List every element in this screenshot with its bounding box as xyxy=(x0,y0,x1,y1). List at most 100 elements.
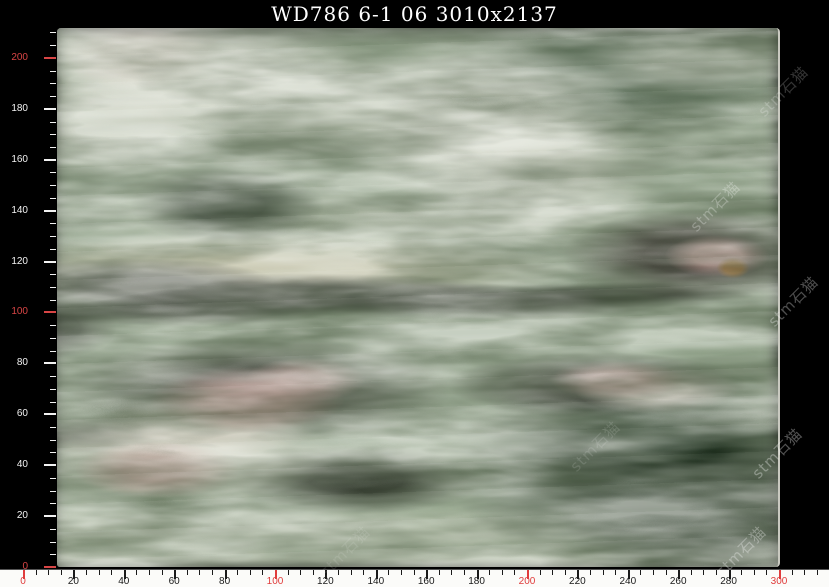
ruler-label: 160 xyxy=(2,155,28,165)
ruler-tick xyxy=(162,570,163,575)
ruler-tick xyxy=(351,570,352,575)
ruler-label: 200 xyxy=(2,53,28,63)
ruler-tick xyxy=(50,554,56,555)
ruler-label: 80 xyxy=(210,576,240,587)
slab-title: WD786 6-1 06 3010x2137 xyxy=(271,2,558,26)
ruler-tick xyxy=(817,570,818,575)
ruler-tick xyxy=(250,570,251,575)
ruler-tick xyxy=(300,570,301,575)
ruler-tick xyxy=(50,542,56,543)
ruler-tick xyxy=(766,570,767,575)
ruler-tick xyxy=(50,325,56,326)
ruler-tick xyxy=(50,249,56,250)
ruler-tick xyxy=(212,570,213,575)
ruler-tick xyxy=(99,570,100,575)
ruler-tick xyxy=(237,570,238,575)
ruler-label: 300 xyxy=(764,576,794,587)
ruler-label: 20 xyxy=(58,576,88,587)
ruler-tick xyxy=(792,570,793,575)
ruler-tick xyxy=(136,570,137,575)
ruler-tick xyxy=(50,440,56,441)
ruler-tick xyxy=(540,570,541,575)
ruler-tick xyxy=(50,198,56,199)
ruler-tick xyxy=(44,515,56,517)
ruler-tick xyxy=(50,491,56,492)
ruler-tick xyxy=(199,570,200,575)
ruler-label: 140 xyxy=(361,576,391,587)
ruler-tick xyxy=(50,351,56,352)
ruler-tick xyxy=(414,570,415,575)
ruler-label: 260 xyxy=(663,576,693,587)
ruler-label: 160 xyxy=(411,576,441,587)
ruler-label: 40 xyxy=(2,460,28,470)
ruler-bottom-cm: 0204060801001201401601802002202402602803… xyxy=(0,569,829,587)
ruler-label: 100 xyxy=(260,576,290,587)
ruler-tick xyxy=(50,172,56,173)
ruler-label: 0 xyxy=(8,576,38,587)
ruler-tick xyxy=(552,570,553,575)
ruler-tick xyxy=(50,402,56,403)
ruler-tick xyxy=(514,570,515,575)
ruler-label: 60 xyxy=(2,409,28,419)
ruler-tick xyxy=(439,570,440,575)
ruler-tick xyxy=(50,300,56,301)
ruler-tick xyxy=(590,570,591,575)
ruler-label: 180 xyxy=(462,576,492,587)
ruler-tick xyxy=(489,570,490,575)
ruler-tick xyxy=(565,570,566,575)
ruler-tick xyxy=(44,464,56,466)
ruler-tick xyxy=(44,311,56,313)
ruler-tick xyxy=(50,503,56,504)
ruler-label: 220 xyxy=(562,576,592,587)
ruler-tick xyxy=(50,71,56,72)
ruler-tick xyxy=(615,570,616,575)
ruler-tick xyxy=(338,570,339,575)
ruler-tick xyxy=(44,413,56,415)
ruler-label: 180 xyxy=(2,104,28,114)
ruler-tick xyxy=(44,362,56,364)
ruler-tick xyxy=(262,570,263,575)
ruler-tick xyxy=(363,570,364,575)
ruler-tick xyxy=(50,478,56,479)
ruler-tick xyxy=(50,96,56,97)
ruler-label: 140 xyxy=(2,206,28,216)
ruler-tick xyxy=(388,570,389,575)
ruler-tick xyxy=(50,427,56,428)
ruler-tick xyxy=(50,274,56,275)
ruler-tick xyxy=(691,570,692,575)
ruler-label: 40 xyxy=(109,576,139,587)
ruler-tick xyxy=(502,570,503,575)
ruler-tick xyxy=(804,570,805,575)
ruler-tick xyxy=(50,529,56,530)
ruler-tick xyxy=(401,570,402,575)
ruler-tick xyxy=(61,570,62,575)
ruler-tick xyxy=(44,566,56,568)
ruler-tick xyxy=(313,570,314,575)
ruler-tick xyxy=(464,570,465,575)
ruler-tick xyxy=(44,210,56,212)
ruler-tick xyxy=(50,223,56,224)
slab-photo xyxy=(57,28,780,567)
ruler-tick xyxy=(50,122,56,123)
ruler-tick xyxy=(640,570,641,575)
ruler-tick xyxy=(36,570,37,575)
ruler-tick xyxy=(50,45,56,46)
ruler-tick xyxy=(50,376,56,377)
ruler-tick xyxy=(44,159,56,161)
ruler-label: 100 xyxy=(2,307,28,317)
ruler-tick xyxy=(603,570,604,575)
ruler-label: 60 xyxy=(159,576,189,587)
ruler-tick xyxy=(50,287,56,288)
ruler-label: 280 xyxy=(714,576,744,587)
slab-scan-viewer: WD786 6-1 06 3010x2137 22020018016014012… xyxy=(0,0,829,587)
ruler-tick xyxy=(653,570,654,575)
ruler-label: 20 xyxy=(2,511,28,521)
ruler-tick xyxy=(48,570,49,575)
ruler-tick xyxy=(187,570,188,575)
ruler-tick xyxy=(50,389,56,390)
ruler-tick xyxy=(50,147,56,148)
ruler-tick xyxy=(50,32,56,33)
ruler-tick xyxy=(50,185,56,186)
ruler-label: 80 xyxy=(2,358,28,368)
ruler-label: 120 xyxy=(2,257,28,267)
